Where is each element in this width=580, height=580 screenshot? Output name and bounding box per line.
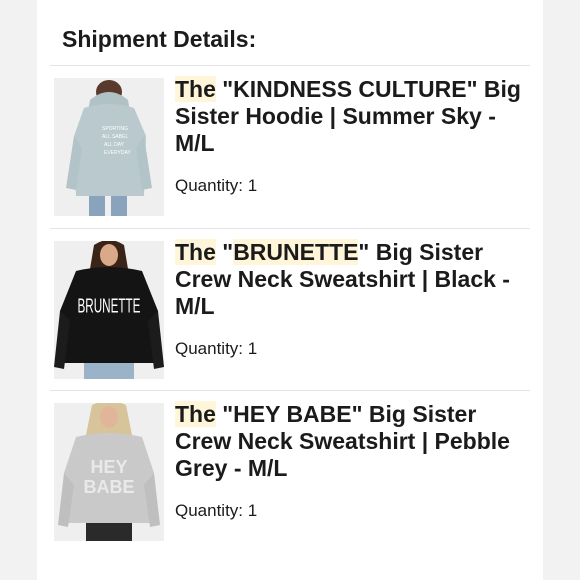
title-text: "KINDNESS CULTURE" Big Sister Hoodie | S… (175, 76, 521, 156)
print-line: ALL SABEL (102, 134, 128, 140)
print-line: HEY (90, 457, 127, 477)
list-item[interactable]: HEY BABE The "HEY BABE" Big Sister Crew … (50, 390, 530, 561)
title-highlight: The (175, 239, 216, 265)
quantity-value: 1 (247, 501, 258, 520)
title-highlight: BRUNETTE (233, 239, 359, 265)
title-text: "HEY BABE" Big Sister Crew Neck Sweatshi… (175, 401, 510, 481)
product-title[interactable]: The "HEY BABE" Big Sister Crew Neck Swea… (175, 401, 525, 482)
title-highlight: The (175, 401, 216, 427)
print-text: BRUNETTE (78, 294, 141, 317)
quantity-label: Quantity: (175, 176, 244, 195)
title-highlight: The (175, 76, 216, 102)
product-title[interactable]: The "BRUNETTE" Big Sister Crew Neck Swea… (175, 239, 525, 320)
product-image-sweatshirt-grey[interactable]: HEY BABE (54, 403, 164, 541)
print-line: SPORTING (102, 126, 128, 132)
product-title[interactable]: The "KINDNESS CULTURE" Big Sister Hoodie… (175, 76, 525, 157)
print-line: ALL DAY (104, 142, 125, 148)
product-image-hoodie[interactable]: SPORTING ALL SABEL ALL DAY EVERYDAY (54, 78, 164, 216)
quantity-text: Quantity: 1 (175, 339, 257, 359)
product-image-sweatshirt-black[interactable]: BRUNETTE (54, 241, 164, 379)
quantity-text: Quantity: 1 (175, 176, 257, 196)
shipment-details-card: Shipment Details: SPORTING ALL SABEL ALL (37, 0, 543, 580)
shipment-heading: Shipment Details: (62, 26, 257, 52)
quantity-label: Quantity: (175, 501, 244, 520)
print-line: EVERYDAY (104, 150, 131, 156)
quantity-label: Quantity: (175, 339, 244, 358)
list-item[interactable]: SPORTING ALL SABEL ALL DAY EVERYDAY The … (50, 65, 530, 226)
quantity-value: 1 (247, 339, 258, 358)
list-item[interactable]: BRUNETTE The "BRUNETTE" Big Sister Crew … (50, 228, 530, 389)
quantity-text: Quantity: 1 (175, 501, 257, 521)
print-line: BABE (83, 477, 134, 497)
quantity-value: 1 (247, 176, 258, 195)
title-text: " (215, 239, 234, 265)
